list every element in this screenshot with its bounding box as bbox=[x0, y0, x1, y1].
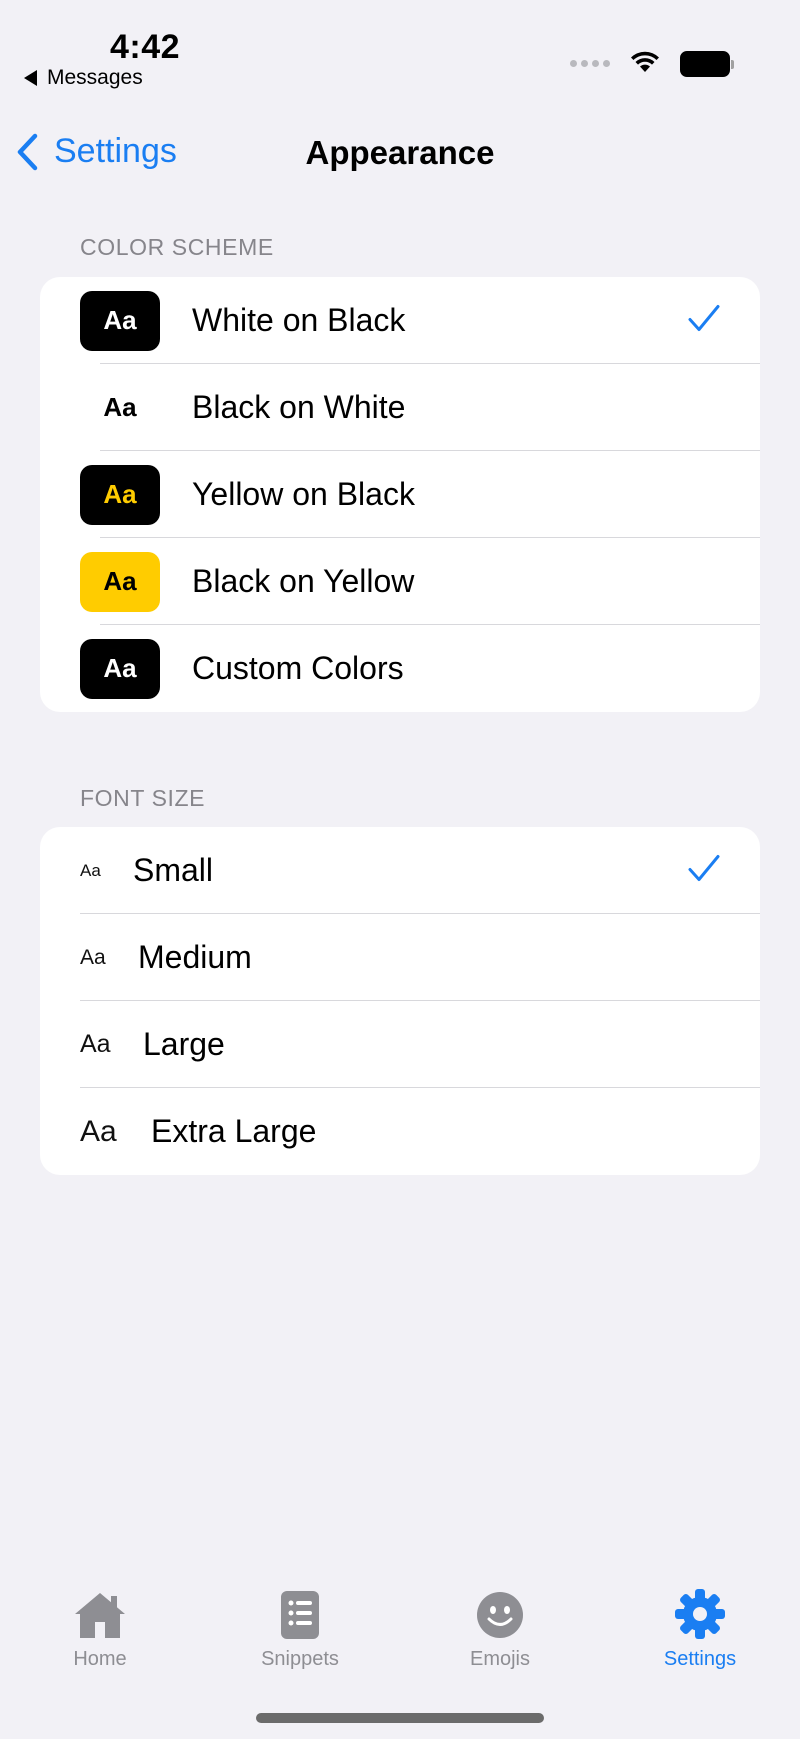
scheme-label: Custom Colors bbox=[192, 650, 404, 686]
swatch-yellow-on-black: Aa bbox=[80, 464, 160, 525]
scheme-row-custom-colors[interactable]: Aa Custom Colors bbox=[40, 625, 760, 712]
font-sample-large: Aa bbox=[80, 1030, 111, 1058]
swatch-black-on-yellow: Aa bbox=[80, 551, 160, 612]
font-size-label: Large bbox=[143, 1026, 225, 1062]
tab-label: Emojis bbox=[469, 1648, 530, 1670]
scheme-row-white-on-black[interactable]: Aa White on Black bbox=[40, 277, 760, 364]
font-size-list: Aa Small Aa Medium Aa Large Aa Extra Lar… bbox=[40, 827, 760, 1175]
wifi-icon bbox=[628, 48, 662, 79]
font-size-row-extra-large[interactable]: Aa Extra Large bbox=[40, 1088, 760, 1175]
status-indicators bbox=[570, 48, 734, 79]
swatch-white-on-black: Aa bbox=[80, 290, 160, 351]
tab-bar: Home Snippets Emojis Settings bbox=[0, 1570, 800, 1680]
scheme-label: Black on Yellow bbox=[192, 563, 415, 599]
font-sample-extra-large: Aa bbox=[80, 1114, 117, 1148]
color-scheme-header: COLOR SCHEME bbox=[80, 234, 274, 260]
font-size-label: Extra Large bbox=[151, 1113, 317, 1149]
status-back-to-app[interactable]: Messages bbox=[24, 66, 143, 90]
checkmark-icon bbox=[688, 854, 720, 887]
status-time: 4:42 bbox=[110, 28, 181, 66]
scheme-label: Yellow on Black bbox=[192, 476, 415, 512]
scheme-label: White on Black bbox=[192, 302, 406, 338]
scheme-label: Black on White bbox=[192, 389, 406, 425]
swatch-custom-colors: Aa bbox=[80, 638, 160, 699]
scheme-row-black-on-white[interactable]: Aa Black on White bbox=[40, 364, 760, 451]
gear-icon bbox=[600, 1582, 800, 1640]
scheme-row-black-on-yellow[interactable]: Aa Black on Yellow bbox=[40, 538, 760, 625]
status-back-app-label: Messages bbox=[47, 66, 143, 89]
checkmark-icon bbox=[688, 304, 720, 337]
font-size-row-large[interactable]: Aa Large bbox=[40, 1001, 760, 1088]
navigation-bar: Settings Appearance bbox=[0, 120, 800, 192]
tab-settings[interactable]: Settings bbox=[600, 1582, 800, 1671]
tab-snippets[interactable]: Snippets bbox=[200, 1582, 400, 1671]
tab-home[interactable]: Home bbox=[0, 1582, 200, 1671]
smiley-icon bbox=[400, 1582, 600, 1640]
battery-icon bbox=[680, 50, 734, 77]
font-size-label: Medium bbox=[138, 939, 252, 975]
page-title: Appearance bbox=[305, 134, 495, 171]
color-scheme-list: Aa White on Black Aa Black on White Aa Y… bbox=[40, 277, 760, 712]
scheme-row-yellow-on-black[interactable]: Aa Yellow on Black bbox=[40, 451, 760, 538]
cellular-signal-icon bbox=[570, 60, 610, 67]
tab-emojis[interactable]: Emojis bbox=[400, 1582, 600, 1671]
swatch-black-on-white: Aa bbox=[80, 377, 160, 438]
back-triangle-icon bbox=[24, 70, 37, 86]
tab-label: Home bbox=[73, 1648, 127, 1670]
font-size-label: Small bbox=[133, 852, 214, 888]
tab-label: Snippets bbox=[261, 1648, 339, 1670]
font-sample-small: Aa bbox=[80, 860, 101, 880]
list-icon bbox=[200, 1582, 400, 1640]
font-size-row-small[interactable]: Aa Small bbox=[40, 827, 760, 914]
font-size-row-medium[interactable]: Aa Medium bbox=[40, 914, 760, 1001]
font-size-header: FONT SIZE bbox=[80, 785, 206, 811]
font-sample-medium: Aa bbox=[80, 945, 106, 969]
home-indicator[interactable] bbox=[256, 1713, 544, 1723]
house-icon bbox=[0, 1582, 200, 1640]
tab-label: Settings bbox=[663, 1648, 737, 1670]
